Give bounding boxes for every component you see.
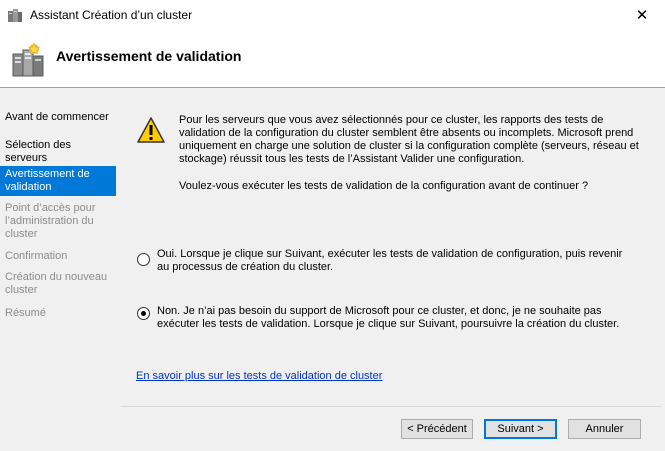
- wizard-steps-nav: Avant de commencer Sélection des serveur…: [0, 88, 116, 451]
- option-yes-radio[interactable]: [137, 253, 150, 266]
- validation-question: Voulez-vous exécuter les tests de valida…: [179, 180, 589, 192]
- nav-step-creation-cluster: Création du nouveau cluster: [5, 271, 108, 296]
- close-icon[interactable]: ✕: [619, 0, 665, 30]
- wizard-header: Avertissement de validation: [0, 30, 665, 87]
- warning-icon: [137, 117, 165, 143]
- validation-warning-text: Pour les serveurs que vous avez sélectio…: [179, 114, 639, 165]
- nav-step-resume: Résumé: [5, 307, 46, 319]
- window-title: Assistant Création d’un cluster: [30, 8, 193, 22]
- nav-step-avertissement-validation[interactable]: Avertissement de validation: [0, 166, 116, 196]
- nav-step-point-acces: Point d’accès pour l’administration du c…: [5, 202, 96, 240]
- option-no-radio[interactable]: [137, 307, 150, 320]
- nav-step-avant-de-commencer[interactable]: Avant de commencer: [0, 111, 116, 124]
- server-cluster-icon: [12, 42, 44, 77]
- validation-tests-link[interactable]: En savoir plus sur les tests de validati…: [136, 370, 382, 382]
- title-bar: Assistant Création d’un cluster ✕: [0, 0, 665, 30]
- nav-step-confirmation: Confirmation: [5, 250, 68, 262]
- footer-divider: [121, 406, 661, 407]
- next-button[interactable]: Suivant >: [484, 419, 557, 439]
- cluster-app-icon: [8, 9, 22, 22]
- cancel-button[interactable]: Annuler: [568, 419, 641, 439]
- nav-step-selection-serveurs[interactable]: Sélection des serveurs: [0, 139, 116, 165]
- previous-button[interactable]: < Précédent: [401, 419, 473, 439]
- option-yes-label[interactable]: Oui. Lorsque je clique sur Suivant, exéc…: [157, 248, 627, 274]
- option-no-label[interactable]: Non. Je n’ai pas besoin du support de Mi…: [157, 305, 627, 331]
- page-title: Avertissement de validation: [56, 48, 242, 64]
